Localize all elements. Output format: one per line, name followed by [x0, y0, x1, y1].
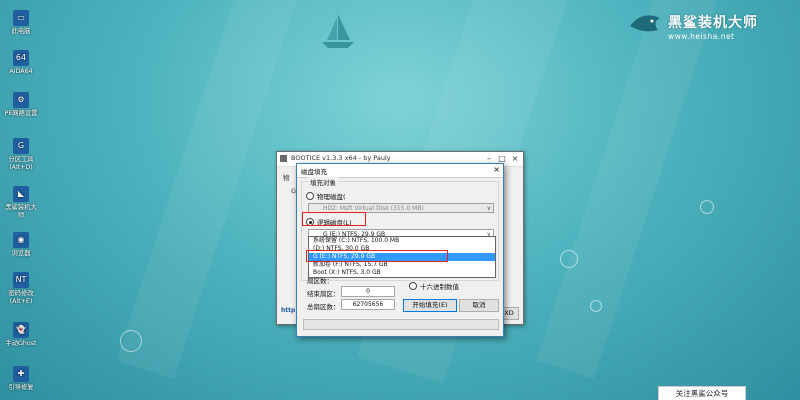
desktop-icon-label: 手动Ghost	[5, 340, 37, 347]
dialog-title: 磁盘填充	[301, 168, 327, 176]
desktop-app-icon: 64	[13, 50, 29, 66]
dropdown-item[interactable]: Boot (X:) NTFS, 3.0 GB	[309, 269, 495, 277]
desktop-app-icon: ⚙	[13, 92, 29, 108]
desktop-icon-label: 浏览器	[11, 250, 31, 257]
radio-label: 物理磁盘(	[317, 193, 346, 201]
follow-banner[interactable]: 关注黑鲨公众号	[658, 386, 746, 400]
minimize-icon[interactable]: –	[483, 154, 495, 163]
desktop-app-icon: 👻	[13, 322, 29, 338]
heisha-logo: 黑鲨装机大师 www.heisha.net	[628, 8, 798, 42]
desktop-icon[interactable]: G 分区工具 (Alt+D)	[2, 138, 40, 171]
highlight-logical-radio	[302, 212, 366, 226]
shark-logo-icon	[630, 15, 660, 32]
radio-icon	[306, 192, 314, 200]
end-sector-label: 结束扇区：	[307, 290, 340, 298]
total-sector-input: 62705656	[341, 299, 395, 310]
start-fill-button[interactable]: 开始填充(E)	[403, 299, 457, 312]
chevron-down-icon: ∨	[486, 205, 491, 212]
desktop-app-icon: G	[13, 138, 29, 154]
desktop-icon[interactable]: 👻 手动Ghost	[2, 322, 40, 348]
desktop-icon[interactable]: 64 AIDA64	[2, 50, 40, 76]
radio-label: 十六进制数值	[420, 283, 459, 291]
group-label: 填充对象	[308, 177, 338, 187]
desktop-icon[interactable]: ◣ 黑鲨装机大 师	[2, 186, 40, 219]
maximize-icon[interactable]: □	[496, 154, 508, 163]
desktop-icon-label: 引导修复	[8, 384, 34, 391]
desktop-app-icon: ◣	[13, 186, 29, 202]
radio-physical-disk[interactable]: 物理磁盘(	[306, 191, 346, 201]
radio-icon	[409, 282, 417, 290]
desktop-icon-label: AIDA64	[9, 68, 33, 75]
desktop-app-icon: NT	[13, 272, 29, 288]
dialog-titlebar[interactable]: 磁盘填充 ×	[297, 164, 503, 178]
logo-url: www.heisha.net	[668, 32, 735, 41]
app-icon	[280, 155, 287, 162]
desktop-icon-label: 黑鲨装机大 师	[5, 204, 37, 219]
combo-value: HD2: Msft Virtual Disk (315.0 MB)	[323, 205, 424, 212]
cancel-button[interactable]: 取消	[459, 299, 499, 312]
desktop-icon-label: PE网络设置	[4, 110, 38, 117]
highlight-selected-drive	[306, 250, 448, 262]
desktop-icon[interactable]: ✚ 引导修复	[2, 366, 40, 392]
desktop-icon-label: 分区工具 (Alt+D)	[8, 156, 34, 171]
bootice-title: BOOTICE v1.3.3 x64 - by Pauly	[291, 154, 391, 162]
logo-title: 黑鲨装机大师	[668, 15, 758, 31]
progress-bar	[303, 319, 499, 330]
close-icon[interactable]: ×	[509, 154, 521, 163]
desktop-app-icon: ◉	[13, 232, 29, 248]
radio-hex-value[interactable]: 十六进制数值	[409, 281, 459, 291]
desktop-app-icon: ▭	[13, 10, 29, 26]
desktop-icon[interactable]: NT 密码修改 (Alt+E)	[2, 272, 40, 305]
bootice-link[interactable]: http	[281, 307, 295, 314]
desktop-icon[interactable]: ⚙ PE网络设置	[2, 92, 40, 118]
desktop-icon[interactable]: ▭ 此电脑	[2, 10, 40, 36]
desktop-icon[interactable]: ◉ 浏览器	[2, 232, 40, 258]
sailboat-icon	[322, 14, 354, 48]
side-label: 物	[283, 174, 290, 182]
close-icon[interactable]: ×	[493, 165, 500, 174]
dropdown-item[interactable]: 新加卷 (F:) NTFS, 15.7 GB	[309, 261, 495, 269]
desktop-icon-label: 密码修改 (Alt+E)	[8, 290, 34, 305]
dropdown-item[interactable]: 系统保留 (C:) NTFS, 100.0 MB	[309, 237, 495, 245]
total-sector-label: 总扇区数：	[307, 303, 340, 311]
desktop-app-icon: ✚	[13, 366, 29, 382]
desktop-icon-label: 此电脑	[11, 28, 31, 35]
end-sector-input[interactable]: 0	[341, 286, 395, 297]
